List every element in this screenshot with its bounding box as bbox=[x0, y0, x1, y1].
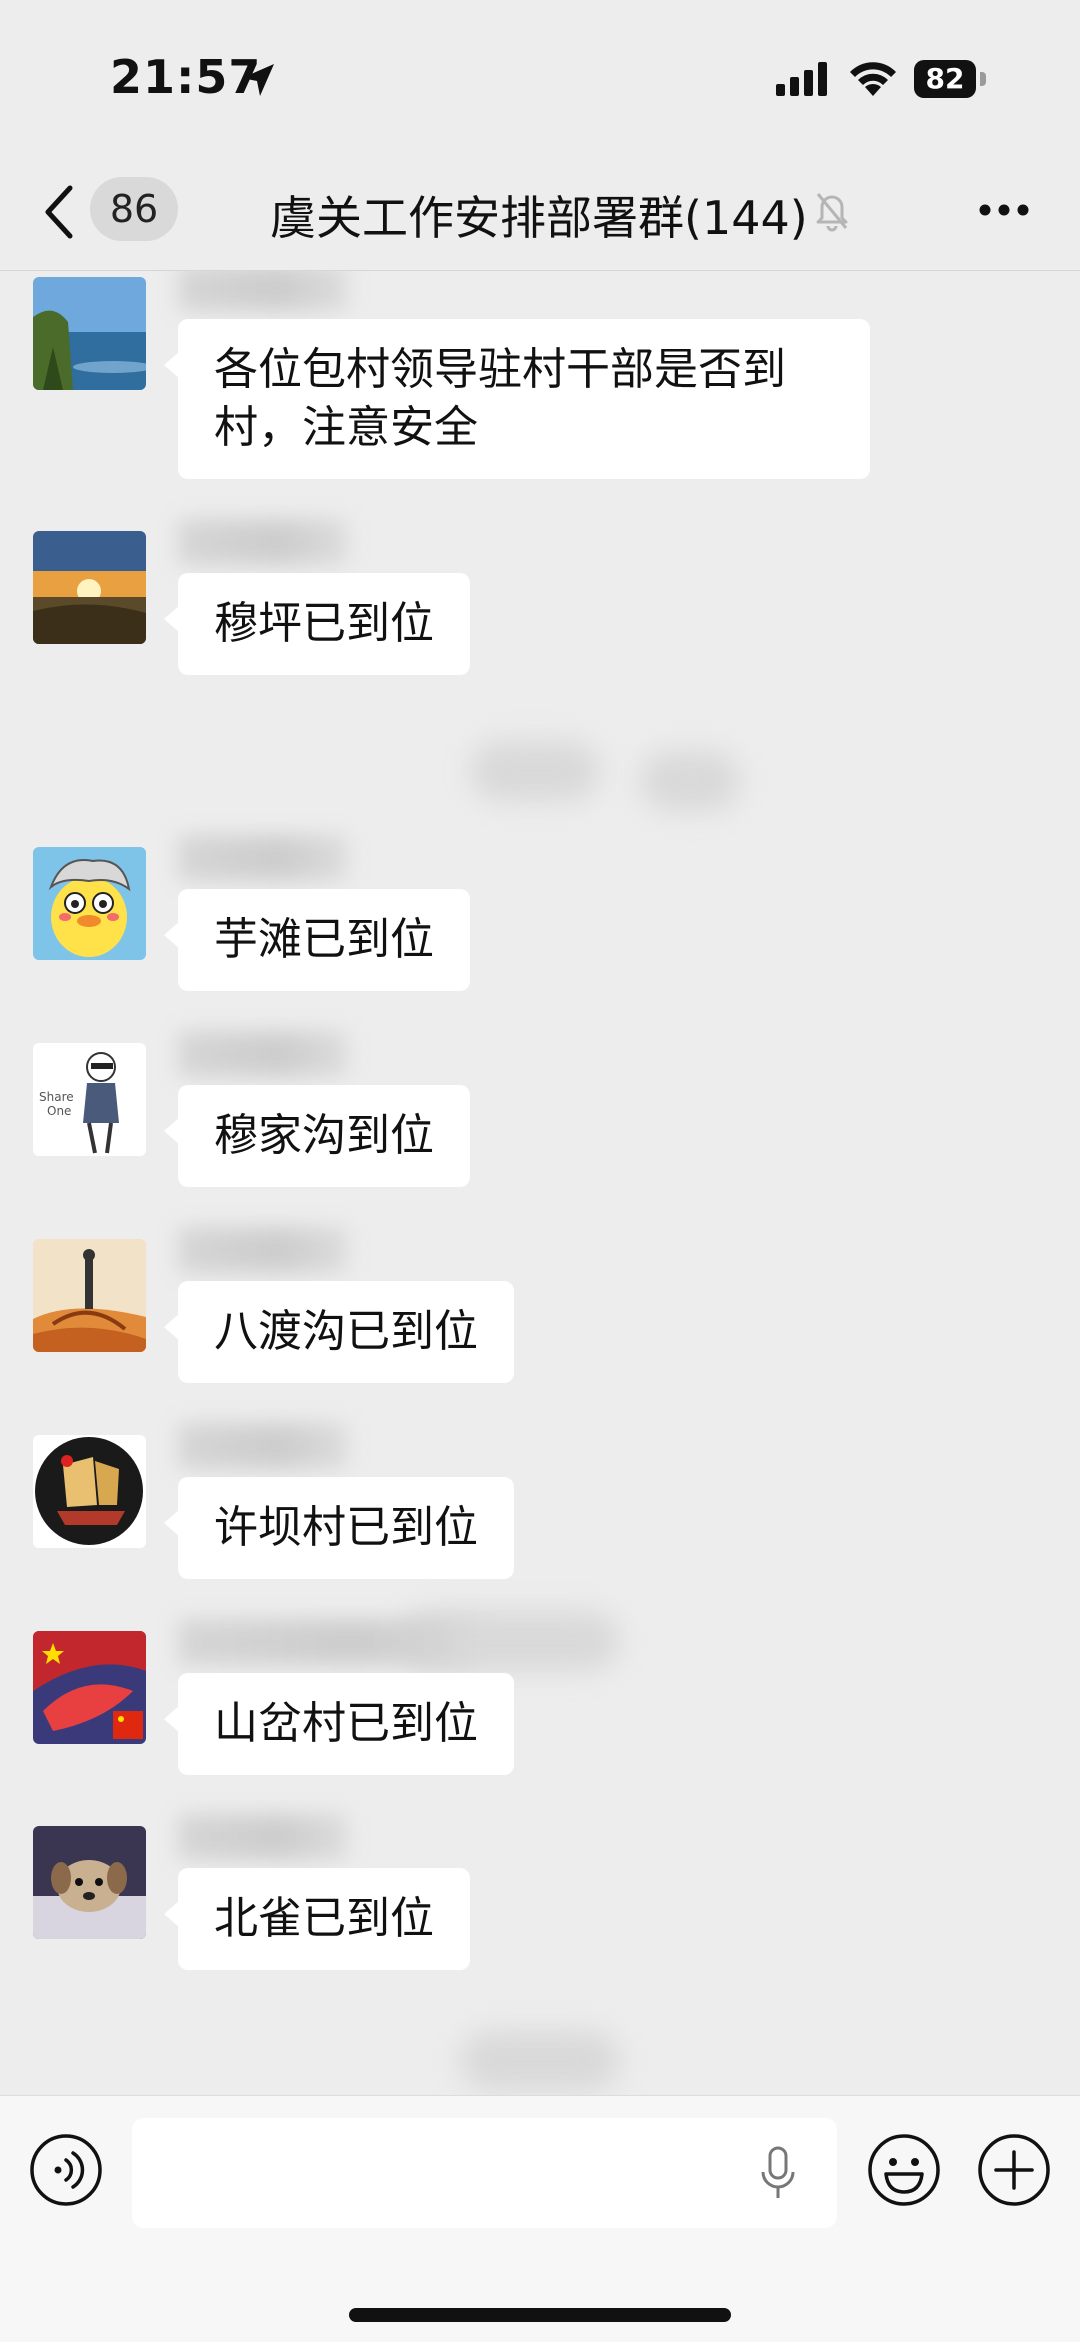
avatar-ocean-coast[interactable] bbox=[33, 277, 146, 390]
location-arrow-icon bbox=[238, 60, 278, 104]
message-text-input[interactable] bbox=[132, 2118, 837, 2228]
emoji-button[interactable] bbox=[866, 2132, 942, 2212]
unread-count-badge[interactable]: 86 bbox=[90, 177, 178, 241]
home-indicator bbox=[349, 2308, 731, 2322]
sender-name-blurred bbox=[178, 1227, 348, 1273]
svg-text:Share: Share bbox=[39, 1090, 74, 1104]
chat-title[interactable]: 虞关工作安排部署群(144) bbox=[270, 182, 808, 248]
message-input-bar bbox=[0, 2095, 1080, 2342]
wifi-icon bbox=[848, 58, 898, 102]
message-bubble[interactable]: 山岔村已到位 bbox=[164, 1673, 514, 1775]
status-bar: 21:57 82 bbox=[0, 0, 1080, 160]
message-bubble[interactable]: 芋滩已到位 bbox=[164, 889, 470, 991]
avatar-sunset[interactable] bbox=[33, 531, 146, 644]
battery-tip bbox=[980, 72, 986, 86]
message-bubble[interactable]: 穆家沟到位 bbox=[164, 1085, 470, 1187]
avatar-sketch-man[interactable]: Share One bbox=[33, 1043, 146, 1156]
more-options-icon[interactable] bbox=[978, 202, 1030, 221]
avatar-desert-figure[interactable] bbox=[33, 1239, 146, 1352]
sender-name-blurred bbox=[178, 271, 348, 311]
avatar-flag[interactable] bbox=[33, 1631, 146, 1744]
battery-indicator: 82 bbox=[914, 60, 976, 98]
blurred-content bbox=[640, 751, 740, 811]
blurred-content bbox=[470, 741, 600, 801]
sender-name-blurred bbox=[178, 1031, 348, 1077]
voice-mode-button[interactable] bbox=[28, 2132, 104, 2212]
sender-name-blurred bbox=[178, 835, 348, 881]
more-attachments-button[interactable] bbox=[976, 2132, 1052, 2212]
sender-name-blurred bbox=[178, 1423, 348, 1469]
message-bubble[interactable]: 八渡沟已到位 bbox=[164, 1281, 514, 1383]
sender-name-blurred bbox=[178, 1814, 348, 1860]
mute-bell-icon bbox=[812, 188, 852, 236]
avatar-sailing-ship[interactable] bbox=[33, 1435, 146, 1548]
avatar-puppy[interactable] bbox=[33, 1826, 146, 1939]
message-bubble[interactable]: 穆坪已到位 bbox=[164, 573, 470, 675]
svg-text:One: One bbox=[47, 1104, 71, 1118]
message-list[interactable]: 各位包村领导驻村干部是否到村，注意安全 穆坪已到位 芋滩已到位 Share On… bbox=[0, 271, 1080, 2095]
microphone-icon[interactable] bbox=[758, 2144, 798, 2208]
blurred-content bbox=[460, 2031, 620, 2091]
sender-name-blurred bbox=[178, 519, 348, 565]
chat-header: 86 虞关工作安排部署群(144) bbox=[0, 160, 1080, 271]
back-chevron-icon[interactable] bbox=[44, 184, 74, 244]
sender-name-blurred bbox=[178, 1619, 478, 1665]
message-bubble[interactable]: 各位包村领导驻村干部是否到村，注意安全 bbox=[164, 319, 870, 479]
message-bubble[interactable]: 北雀已到位 bbox=[164, 1868, 470, 1970]
avatar-cartoon-duck[interactable] bbox=[33, 847, 146, 960]
cellular-signal-icon bbox=[776, 62, 834, 100]
message-bubble[interactable]: 许坝村已到位 bbox=[164, 1477, 514, 1579]
